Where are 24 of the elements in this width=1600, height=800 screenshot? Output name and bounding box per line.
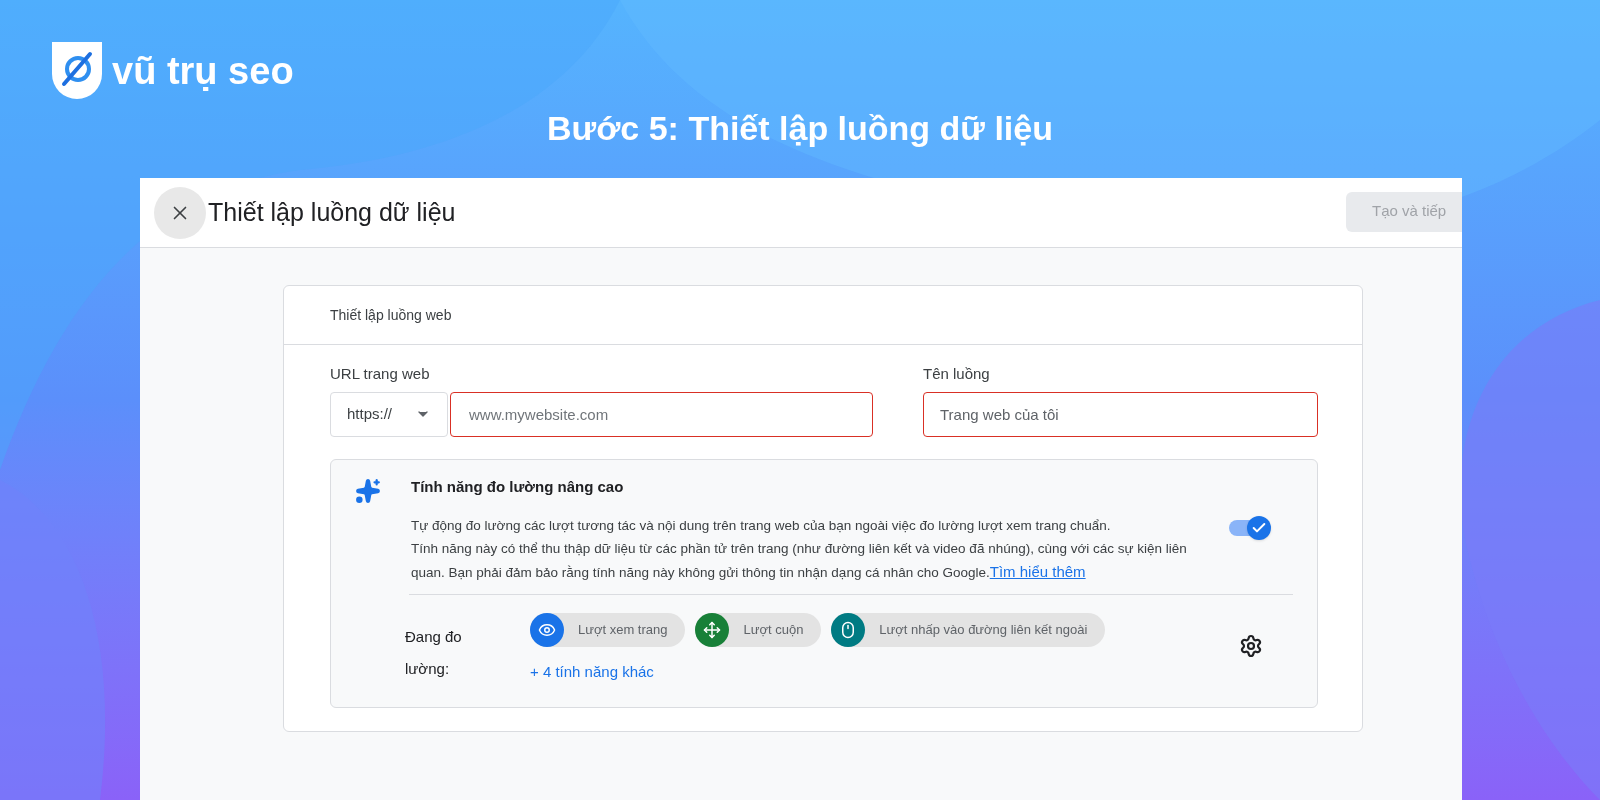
protocol-dropdown[interactable]: https:// [330, 391, 448, 437]
move-icon [703, 621, 722, 639]
field-label: URL trang web [330, 364, 431, 384]
dialog-title: Thiết lập luồng dữ liệu [208, 196, 456, 228]
eye-icon [538, 621, 556, 639]
card-title: Thiết lập luồng web [330, 305, 452, 325]
sparkle-icon [355, 477, 381, 504]
stream-name-input-field[interactable]: Trang web của tôi [923, 391, 1318, 437]
logo-icon [52, 42, 102, 100]
measuring-label: Đang đo lường: [405, 627, 463, 679]
description-text: Tính năng này có thể thu thập dữ liệu từ các phần tử trên trang (như đường liên kết và video đã nhúng), cùng với các sự kiện liên quan. Bạn phải đảm bảo rằng tính năng này không gửi thông tin nhận dạng cá nhân cho Google.Tìm hiểu thêm [411, 540, 1188, 582]
learn-more-link[interactable]: Tìm hiểu thêm [989, 563, 1086, 580]
brand-name: vũ trụ seo [112, 52, 294, 90]
chip-label: Lượt nhấp vào đường liên kết ngoài [879, 621, 1088, 640]
chip-label: Lượt cuộn [743, 621, 804, 640]
close-button[interactable] [154, 186, 206, 239]
settings-icon[interactable] [1239, 634, 1263, 658]
section-title: Tính năng đo lường nâng cao [411, 476, 625, 497]
chip-label: Lượt xem trang [578, 621, 668, 640]
page-heading: Bước 5: Thiết lập luồng dữ liệu [547, 108, 1053, 149]
more-features-link[interactable]: + 4 tính năng khác [530, 661, 654, 684]
description-text: Tự động đo lường các lượt tương tác và nội dung trên trang web của bạn ngoài việc đo lường lượt xem trang chuẩn. [411, 517, 1112, 535]
url-input-field[interactable]: www.mywebsite.com [450, 391, 873, 437]
field-label: Tên luồng [923, 364, 991, 384]
